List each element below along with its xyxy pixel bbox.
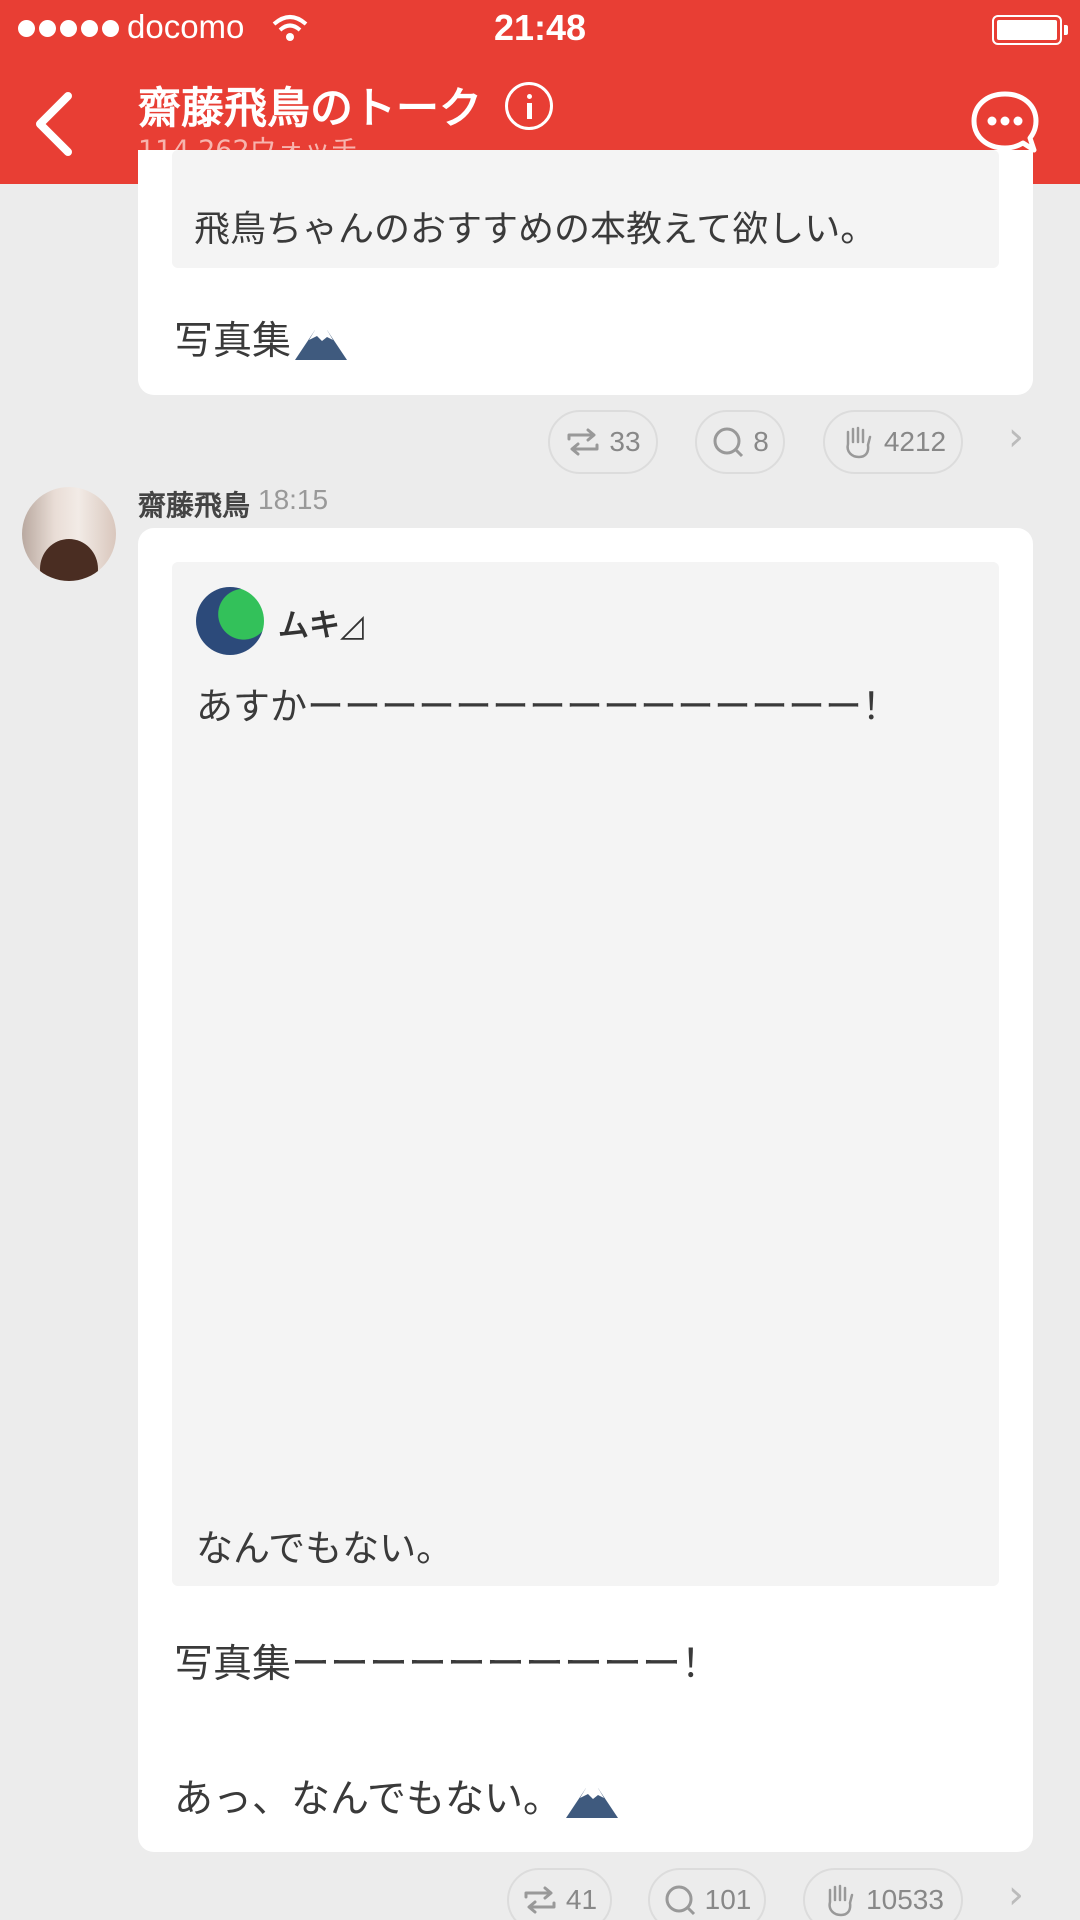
- battery-icon: [992, 15, 1068, 45]
- comment-icon: [713, 427, 744, 458]
- reply-text-content: あっ、なんでもない。: [174, 1777, 563, 1822]
- quoted-text: あすかーーーーーーーーーーーーーーー！: [196, 685, 899, 728]
- clap-count: 10533: [866, 1884, 944, 1915]
- clap-button[interactable]: 4212: [823, 410, 963, 474]
- comment-button[interactable]: 101: [648, 1868, 766, 1920]
- quoted-message: 飛鳥ちゃんのおすすめの本教えて欲しい。: [172, 150, 999, 268]
- repost-count: 41: [565, 1884, 598, 1915]
- chevron-right-icon[interactable]: ›: [1008, 1872, 1024, 1918]
- post-author[interactable]: 齋藤飛鳥: [138, 484, 250, 524]
- status-bar: docomo 21:48: [0, 0, 1080, 58]
- reply-text: 写真集ーーーーーーーーーー！: [174, 1642, 721, 1687]
- quoted-user-avatar[interactable]: [196, 587, 264, 655]
- repost-button[interactable]: 33: [548, 410, 658, 474]
- clap-icon: [828, 1884, 854, 1917]
- avatar[interactable]: [22, 487, 116, 581]
- quoted-user-name[interactable]: ムキ◿: [278, 600, 364, 645]
- comment-count: 101: [704, 1884, 752, 1915]
- comment-button[interactable]: 8: [695, 410, 785, 474]
- page-title: 齋藤飛鳥のトーク: [138, 84, 482, 134]
- quoted-text: なんでもない。: [196, 1527, 454, 1570]
- back-icon[interactable]: [30, 88, 80, 158]
- comment-count: 8: [753, 426, 769, 457]
- clap-count: 4212: [883, 426, 947, 457]
- post-time: 18:15: [258, 484, 329, 515]
- reply-text-content: 写真集: [174, 319, 292, 364]
- reply-text: 写真集: [174, 310, 349, 366]
- chat-bubble-icon[interactable]: [970, 90, 1040, 156]
- mount-fuji-emoji: [566, 1788, 619, 1818]
- post-card: あすかーーーーーーーーーーーーーーー！ なんでもない。 写真集ーーーーーーーーー…: [138, 528, 1033, 1852]
- post-actions: 41 101 10533 ›: [0, 1868, 1080, 1920]
- clap-button[interactable]: 10533: [803, 1868, 963, 1920]
- repost-icon: [567, 428, 599, 456]
- repost-icon: [524, 1886, 556, 1914]
- post-card: 飛鳥ちゃんのおすすめの本教えて欲しい。 写真集: [138, 150, 1033, 395]
- comment-icon: [665, 1885, 695, 1916]
- repost-count: 33: [609, 426, 641, 457]
- chevron-right-icon[interactable]: ›: [1008, 414, 1024, 460]
- quoted-text: 飛鳥ちゃんのおすすめの本教えて欲しい。: [194, 209, 877, 250]
- post-actions: 33 8 4212 ›: [0, 410, 1080, 474]
- status-time: 21:48: [493, 7, 587, 48]
- repost-button[interactable]: 41: [507, 1868, 612, 1920]
- info-icon[interactable]: [505, 82, 553, 130]
- mount-fuji-emoji: [295, 330, 348, 360]
- clap-icon: [846, 426, 872, 459]
- reply-text: あっ、なんでもない。: [174, 1768, 620, 1824]
